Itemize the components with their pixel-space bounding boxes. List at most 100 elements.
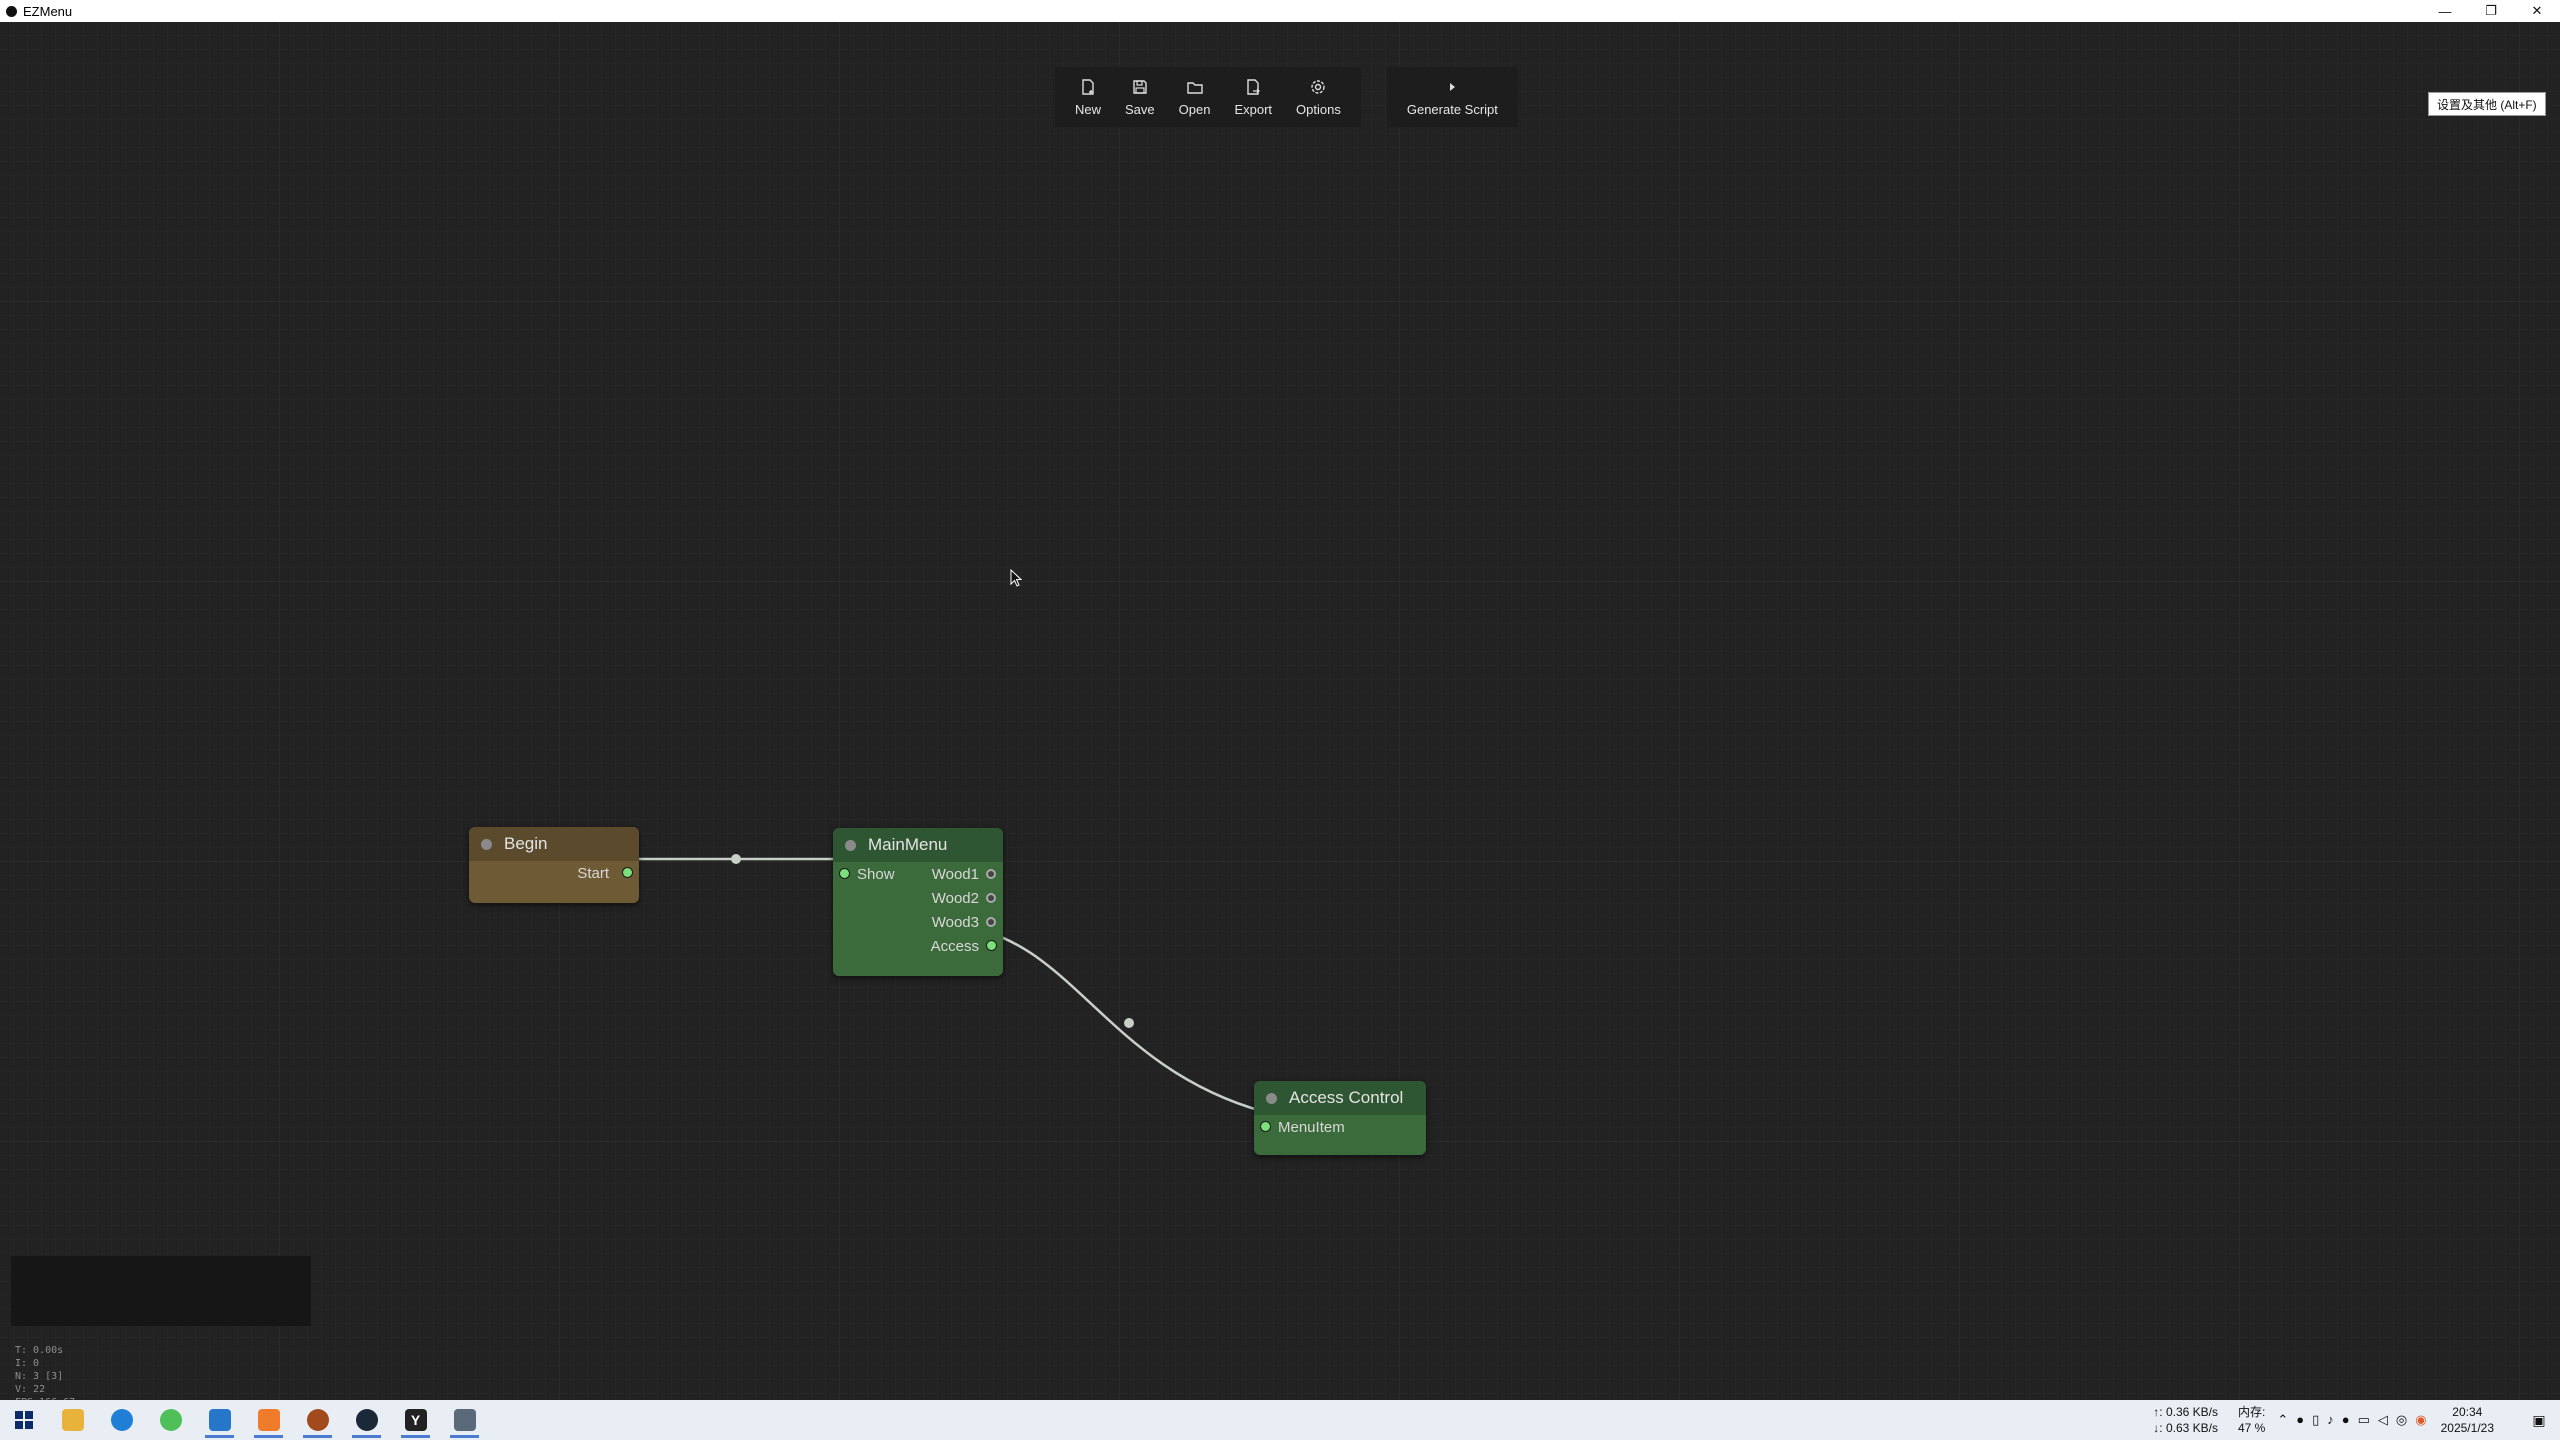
open-label: Open xyxy=(1178,101,1211,117)
node-header[interactable]: Access Control xyxy=(1254,1081,1426,1115)
y-app-icon: Y xyxy=(404,1409,427,1431)
settings-hint-tooltip: 设置及其他 (Alt+F) xyxy=(2428,92,2546,116)
minimize-button[interactable]: — xyxy=(2422,0,2468,22)
title-bar: EZMenu — ❐ ✕ xyxy=(0,0,2560,22)
system-tray: ↑: 0.36 KB/s ↓: 0.63 KB/s 内存: 47 % ⌃ ● ▯… xyxy=(2153,1400,2560,1440)
taskbar-file-explorer[interactable] xyxy=(48,1400,97,1440)
taskbar-yuque[interactable]: Y xyxy=(391,1400,440,1440)
node-begin[interactable]: Begin Start xyxy=(469,827,639,903)
export-label: Export xyxy=(1234,101,1273,117)
input-label-menuitem: MenuItem xyxy=(1278,1118,1345,1136)
debug-line: V: 22 xyxy=(15,1384,46,1395)
mouse-cursor-icon xyxy=(1010,569,1023,587)
node-header[interactable]: Begin xyxy=(469,827,639,861)
volume-icon[interactable]: ◁ xyxy=(2378,1412,2388,1428)
output-label-wood2: Wood2 xyxy=(931,889,979,907)
generate-script-button[interactable]: Generate Script xyxy=(1395,67,1510,127)
node-body: MenuItem xyxy=(1254,1115,1426,1139)
wire-midpoint-handle xyxy=(1124,1018,1134,1028)
close-button[interactable]: ✕ xyxy=(2514,0,2560,22)
input-method-icon[interactable]: ◎ xyxy=(2396,1412,2407,1428)
options-label: Options xyxy=(1296,101,1341,117)
memory-usage: 内存: 47 % xyxy=(2238,1404,2265,1436)
steam-icon xyxy=(355,1409,378,1431)
app-tray-icon[interactable]: ◉ xyxy=(2415,1412,2426,1428)
input-port-menuitem[interactable] xyxy=(1261,1122,1270,1131)
microphone-icon[interactable]: ● xyxy=(2342,1412,2350,1428)
output-label-wood3: Wood3 xyxy=(931,913,979,931)
window-title: EZMenu xyxy=(23,3,73,19)
qq-tray-icon[interactable]: ● xyxy=(2296,1412,2304,1428)
node-title: Access Control xyxy=(1289,1088,1404,1107)
taskbar-wechat[interactable] xyxy=(146,1400,195,1440)
new-button[interactable]: New xyxy=(1063,67,1113,127)
output-port-wood1[interactable] xyxy=(986,869,996,879)
slot-row-3: Wood3 xyxy=(833,910,1003,934)
taskbar: Y ↑: 0.36 KB/s ↓: 0.63 KB/s 内存: 47 % ⌃ ●… xyxy=(0,1400,2560,1440)
collapse-dot-icon[interactable] xyxy=(1266,1092,1277,1104)
output-label-wood1: Wood1 xyxy=(931,865,979,883)
open-button[interactable]: Open xyxy=(1167,67,1223,127)
node-header[interactable]: MainMenu xyxy=(833,828,1003,862)
vscode-icon xyxy=(208,1409,231,1431)
node-body: Start xyxy=(469,861,639,885)
main-toolbar: New Save Open Export Options Generate Sc… xyxy=(1055,67,1518,127)
gear-icon xyxy=(1311,79,1326,94)
restore-button[interactable]: ❐ xyxy=(2468,0,2514,22)
node-mainmenu[interactable]: MainMenu Show Wood1 Wood2 Wood3 Access xyxy=(833,828,1003,976)
collapse-dot-icon[interactable] xyxy=(481,838,492,850)
net-up: ↑: 0.36 KB/s xyxy=(2153,1405,2218,1419)
output-port[interactable] xyxy=(623,868,632,877)
windows-logo-icon xyxy=(15,1411,33,1429)
net-down: ↓: 0.63 KB/s xyxy=(2153,1421,2218,1435)
generate-script-label: Generate Script xyxy=(1406,101,1498,117)
export-button[interactable]: Export xyxy=(1222,67,1284,127)
debug-line: I: 0 xyxy=(15,1358,40,1369)
taskbar-edge[interactable] xyxy=(97,1400,146,1440)
speaker-icon[interactable]: ♪ xyxy=(2327,1412,2334,1428)
taskbar-remote-desktop[interactable] xyxy=(440,1400,489,1440)
start-button[interactable] xyxy=(0,1400,48,1440)
output-port-access[interactable] xyxy=(987,941,996,950)
usb-icon[interactable]: ▯ xyxy=(2312,1412,2319,1428)
date: 2025/1/23 xyxy=(2440,1421,2494,1435)
network-speed: ↑: 0.36 KB/s ↓: 0.63 KB/s xyxy=(2153,1404,2218,1436)
mem-value: 47 % xyxy=(2237,1421,2266,1435)
window-controls: — ❐ ✕ xyxy=(2422,0,2560,22)
save-icon xyxy=(1133,79,1147,94)
slot-label: Start xyxy=(577,864,609,882)
node-body: Show Wood1 Wood2 Wood3 Access xyxy=(833,862,1003,958)
new-label: New xyxy=(1075,101,1102,117)
tray-icons: ⌃ ● ▯ ♪ ● ▭ ◁ ◎ ◉ xyxy=(2277,1412,2426,1428)
mem-label: 内存: xyxy=(2237,1405,2266,1419)
node-title: Begin xyxy=(504,834,548,853)
clock[interactable]: 20:34 2025/1/23 xyxy=(2441,1404,2494,1436)
export-icon xyxy=(1247,78,1261,95)
new-file-icon xyxy=(1082,78,1094,95)
time: 20:34 xyxy=(2452,1405,2483,1419)
chevron-up-icon[interactable]: ⌃ xyxy=(2277,1412,2288,1428)
minimap-panel[interactable] xyxy=(11,1256,311,1326)
notification-icon[interactable]: ▣ xyxy=(2524,1412,2554,1429)
taskbar-qq[interactable] xyxy=(244,1400,293,1440)
script-toolbar-group: Generate Script xyxy=(1386,67,1518,127)
options-button[interactable]: Options xyxy=(1284,67,1353,127)
taskbar-vscode[interactable] xyxy=(195,1400,244,1440)
edge-icon xyxy=(110,1409,133,1431)
collapse-dot-icon[interactable] xyxy=(845,839,856,851)
save-button[interactable]: Save xyxy=(1113,67,1167,127)
node-access-control[interactable]: Access Control MenuItem xyxy=(1254,1081,1426,1155)
node-graph-canvas[interactable]: New Save Open Export Options Generate Sc… xyxy=(0,22,2560,1408)
taskbar-steam[interactable] xyxy=(342,1400,391,1440)
debug-line: N: 3 [3] xyxy=(15,1371,64,1382)
output-port-wood3[interactable] xyxy=(986,917,996,927)
debug-line: T: 0.00s xyxy=(15,1345,64,1356)
taskbar-firefox[interactable] xyxy=(293,1400,342,1440)
file-toolbar-group: New Save Open Export Options xyxy=(1055,67,1361,127)
network-icon[interactable]: ▭ xyxy=(2358,1412,2370,1428)
output-label-access: Access xyxy=(930,937,979,955)
input-label-show: Show xyxy=(857,865,895,883)
firefox-icon xyxy=(306,1409,329,1431)
output-port-wood2[interactable] xyxy=(986,893,996,903)
input-port-show[interactable] xyxy=(840,869,849,878)
